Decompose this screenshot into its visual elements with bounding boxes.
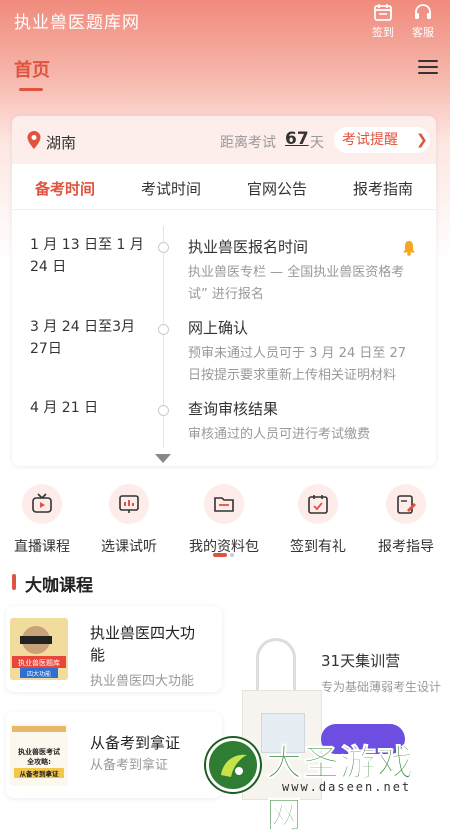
promo-title: 31天集训营	[321, 652, 401, 670]
site-watermark: 大圣游戏网 www.daseen.net	[200, 724, 450, 837]
course-card[interactable]: 执业兽医题库 四大功能 执业兽医四大功 能 执业兽医四大功能	[6, 606, 222, 692]
timeline-desc: 执业兽医专栏 — 全国执业兽医资格考 试” 进行报名	[188, 265, 405, 302]
bell-icon[interactable]	[402, 240, 416, 256]
tab-register-guide[interactable]: 报考指南	[330, 178, 436, 199]
quick-link-my-materials[interactable]: 我的资料包	[179, 484, 269, 556]
tab-prep-time[interactable]: 备考时间	[12, 178, 118, 199]
svg-text:执业兽医考试: 执业兽医考试	[18, 747, 60, 756]
course-thumbnail: 执业兽医考试 全攻略: 从备考到拿证	[10, 724, 68, 786]
timeline-dot	[158, 405, 169, 416]
watermark-logo-icon	[206, 738, 260, 792]
section-accent-bar	[12, 574, 16, 590]
quick-link-trial-class[interactable]: 选课试听	[84, 484, 174, 556]
timeline-date: 1 月 13 日至 1 月 24 日	[30, 237, 144, 275]
quick-links: 直播课程 选课试听 我的资料包 签到有礼 报考指导	[0, 484, 450, 556]
tab-home[interactable]: 首页	[14, 56, 50, 82]
exam-reminder-button[interactable]: 考试提醒 ❯	[334, 127, 430, 153]
location-pin-icon	[27, 131, 41, 149]
exam-info-card: 湖南 距离考试 67 天 考试提醒 ❯ 备考时间 考试时间 官网公告 报考指南 …	[12, 116, 436, 466]
course-title: 执业兽医四大功 能	[90, 624, 196, 664]
edit-doc-icon	[386, 484, 426, 524]
course-title: 从备考到拿证	[90, 734, 181, 752]
quick-link-live-course[interactable]: 直播课程	[0, 484, 87, 556]
svg-text:全攻略:: 全攻略:	[26, 757, 51, 766]
timeline-desc: 审核通过的人员可进行考试缴费	[188, 427, 371, 442]
course-thumbnail: 执业兽医题库 四大功能	[10, 618, 68, 680]
calendar-check-icon	[298, 484, 338, 524]
tab-home-underline	[19, 88, 43, 91]
watermark-url: www.daseen.net	[282, 780, 412, 794]
countdown-prefix: 距离考试	[220, 135, 276, 151]
timeline-date: 3 月 24 日至3月 27日	[30, 319, 135, 357]
course-subtitle: 执业兽医四大功能	[90, 674, 195, 689]
app-title: 执业兽医题库网	[14, 13, 140, 33]
timeline-date: 4 月 21 日	[30, 400, 99, 416]
section-title: 大咖课程	[25, 576, 93, 596]
chevron-right-icon: ❯	[416, 132, 428, 148]
svg-text:从备考到拿证: 从备考到拿证	[20, 769, 60, 778]
folder-icon	[204, 484, 244, 524]
timeline-title: 网上确认	[188, 319, 249, 337]
svg-text:四大功能: 四大功能	[27, 670, 51, 678]
countdown-unit: 天	[310, 135, 324, 151]
promo-subtitle: 专为基础薄弱考生设计	[321, 680, 442, 694]
tote-bag-strap	[256, 638, 296, 698]
expand-down-icon[interactable]	[155, 454, 171, 463]
exam-tabs: 备考时间 考试时间 官网公告 报考指南	[12, 164, 436, 210]
svg-text:执业兽医题库: 执业兽医题库	[18, 658, 60, 667]
nav-bar: 首页	[0, 54, 450, 94]
support-button[interactable]: 客服	[405, 2, 441, 40]
tab-official-notice[interactable]: 官网公告	[224, 178, 330, 199]
tv-icon	[22, 484, 62, 524]
timeline-desc: 预审未通过人员可于 3 月 24 日至 27 日按提示要求重新上传相关证明材料	[188, 346, 407, 383]
exam-card-header: 湖南 距离考试 67 天 考试提醒 ❯	[12, 116, 436, 164]
course-card[interactable]: 执业兽医考试 全攻略: 从备考到拿证 从备考到拿证 从备考到拿证	[6, 712, 222, 798]
timeline-dot	[158, 242, 169, 253]
timeline-title: 执业兽医报名时间	[188, 238, 309, 256]
timeline-title: 查询审核结果	[188, 400, 279, 418]
headset-icon	[415, 4, 431, 19]
timeline-dot	[158, 324, 169, 335]
quick-link-checkin-gift[interactable]: 签到有礼	[273, 484, 363, 556]
top-bar: 执业兽医题库网 签到 客服	[0, 0, 450, 44]
checkin-label: 签到	[372, 26, 394, 39]
countdown-days: 67	[285, 129, 309, 149]
checkin-button[interactable]: 签到	[365, 2, 401, 40]
calendar-icon	[374, 4, 392, 21]
course-subtitle: 从备考到拿证	[90, 758, 169, 773]
quick-link-register-guide[interactable]: 报考指导	[361, 484, 450, 556]
hamburger-icon[interactable]	[418, 60, 438, 76]
support-label: 客服	[412, 26, 434, 39]
chart-board-icon	[109, 484, 149, 524]
exam-reminder-label: 考试提醒	[342, 132, 398, 148]
region-selector[interactable]: 湖南	[46, 132, 76, 153]
tab-exam-time[interactable]: 考试时间	[118, 178, 224, 199]
